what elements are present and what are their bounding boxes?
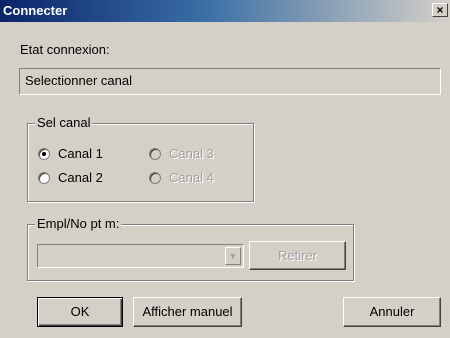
connection-status-value: Selectionner canal [25, 73, 132, 88]
location-combobox-dropdown-button: ▼ [225, 247, 241, 265]
remove-button-label: Retirer [277, 248, 317, 263]
cancel-button[interactable]: Annuler [343, 297, 441, 327]
radio-canal-2-label: Canal 2 [58, 170, 103, 185]
connection-status-label: Etat connexion: [20, 42, 110, 57]
channel-group-legend: Sel canal [35, 115, 93, 130]
cancel-button-label: Annuler [369, 304, 415, 319]
show-manual-button-label: Afficher manuel [142, 304, 233, 319]
radio-canal-4-circle [149, 171, 161, 184]
location-group-legend: Empl/No pt m: [35, 216, 122, 231]
close-button[interactable]: × [432, 3, 448, 17]
radio-canal-3: Canal 3 [149, 146, 214, 161]
radio-canal-1-label: Canal 1 [58, 146, 103, 161]
radio-canal-2[interactable]: Canal 2 [38, 170, 103, 185]
window-title: Connecter [3, 3, 68, 18]
radio-canal-4: Canal 4 [149, 170, 214, 185]
location-combobox: ▼ [37, 244, 244, 268]
radio-canal-3-label: Canal 3 [169, 146, 214, 161]
radio-canal-1-circle[interactable] [38, 147, 50, 160]
radio-canal-2-circle[interactable] [38, 171, 50, 184]
close-icon: × [436, 3, 444, 17]
remove-button: Retirer [249, 241, 346, 270]
chevron-down-icon: ▼ [228, 251, 238, 261]
title-bar: Connecter × [0, 0, 450, 22]
radio-canal-3-circle [149, 147, 161, 160]
ok-button[interactable]: OK [37, 297, 123, 327]
radio-selected-dot [42, 151, 46, 156]
ok-button-label: OK [70, 304, 90, 319]
show-manual-button[interactable]: Afficher manuel [133, 297, 242, 327]
channel-group: Sel canal [27, 115, 254, 202]
radio-canal-4-label: Canal 4 [169, 170, 214, 185]
connection-status-field: Selectionner canal [19, 68, 441, 95]
radio-canal-1[interactable]: Canal 1 [38, 146, 103, 161]
